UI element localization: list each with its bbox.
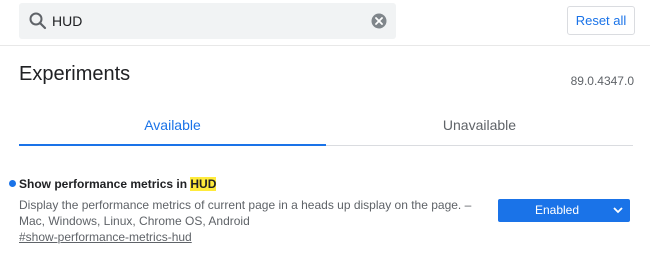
reset-all-button[interactable]: Reset all	[567, 6, 635, 35]
search-icon	[29, 12, 47, 30]
status-dot	[9, 180, 16, 187]
tab-available[interactable]: Available	[19, 104, 326, 146]
version-label: 89.0.4347.0	[570, 74, 634, 88]
experiment-description: Display the performance metrics of curre…	[19, 198, 472, 228]
experiment-state-select[interactable]: Enabled	[498, 199, 630, 222]
tabs: Available Unavailable	[19, 104, 634, 146]
experiment-title-text: Show performance metrics in	[19, 177, 191, 191]
tab-unavailable[interactable]: Unavailable	[326, 104, 633, 146]
search-match-highlight: HUD	[190, 177, 217, 191]
search-box[interactable]	[19, 3, 396, 39]
select-value: Enabled	[534, 203, 580, 217]
experiment-permalink[interactable]: #show-performance-metrics-hud	[19, 230, 192, 244]
experiment-item: Show performance metrics in HUD Display …	[0, 170, 650, 250]
experiment-title: Show performance metrics in HUD	[19, 177, 217, 191]
header: Reset all	[0, 0, 650, 46]
clear-icon[interactable]	[371, 13, 387, 29]
page-title: Experiments	[19, 63, 131, 85]
chevron-down-icon	[613, 207, 623, 214]
search-input[interactable]	[52, 9, 352, 33]
